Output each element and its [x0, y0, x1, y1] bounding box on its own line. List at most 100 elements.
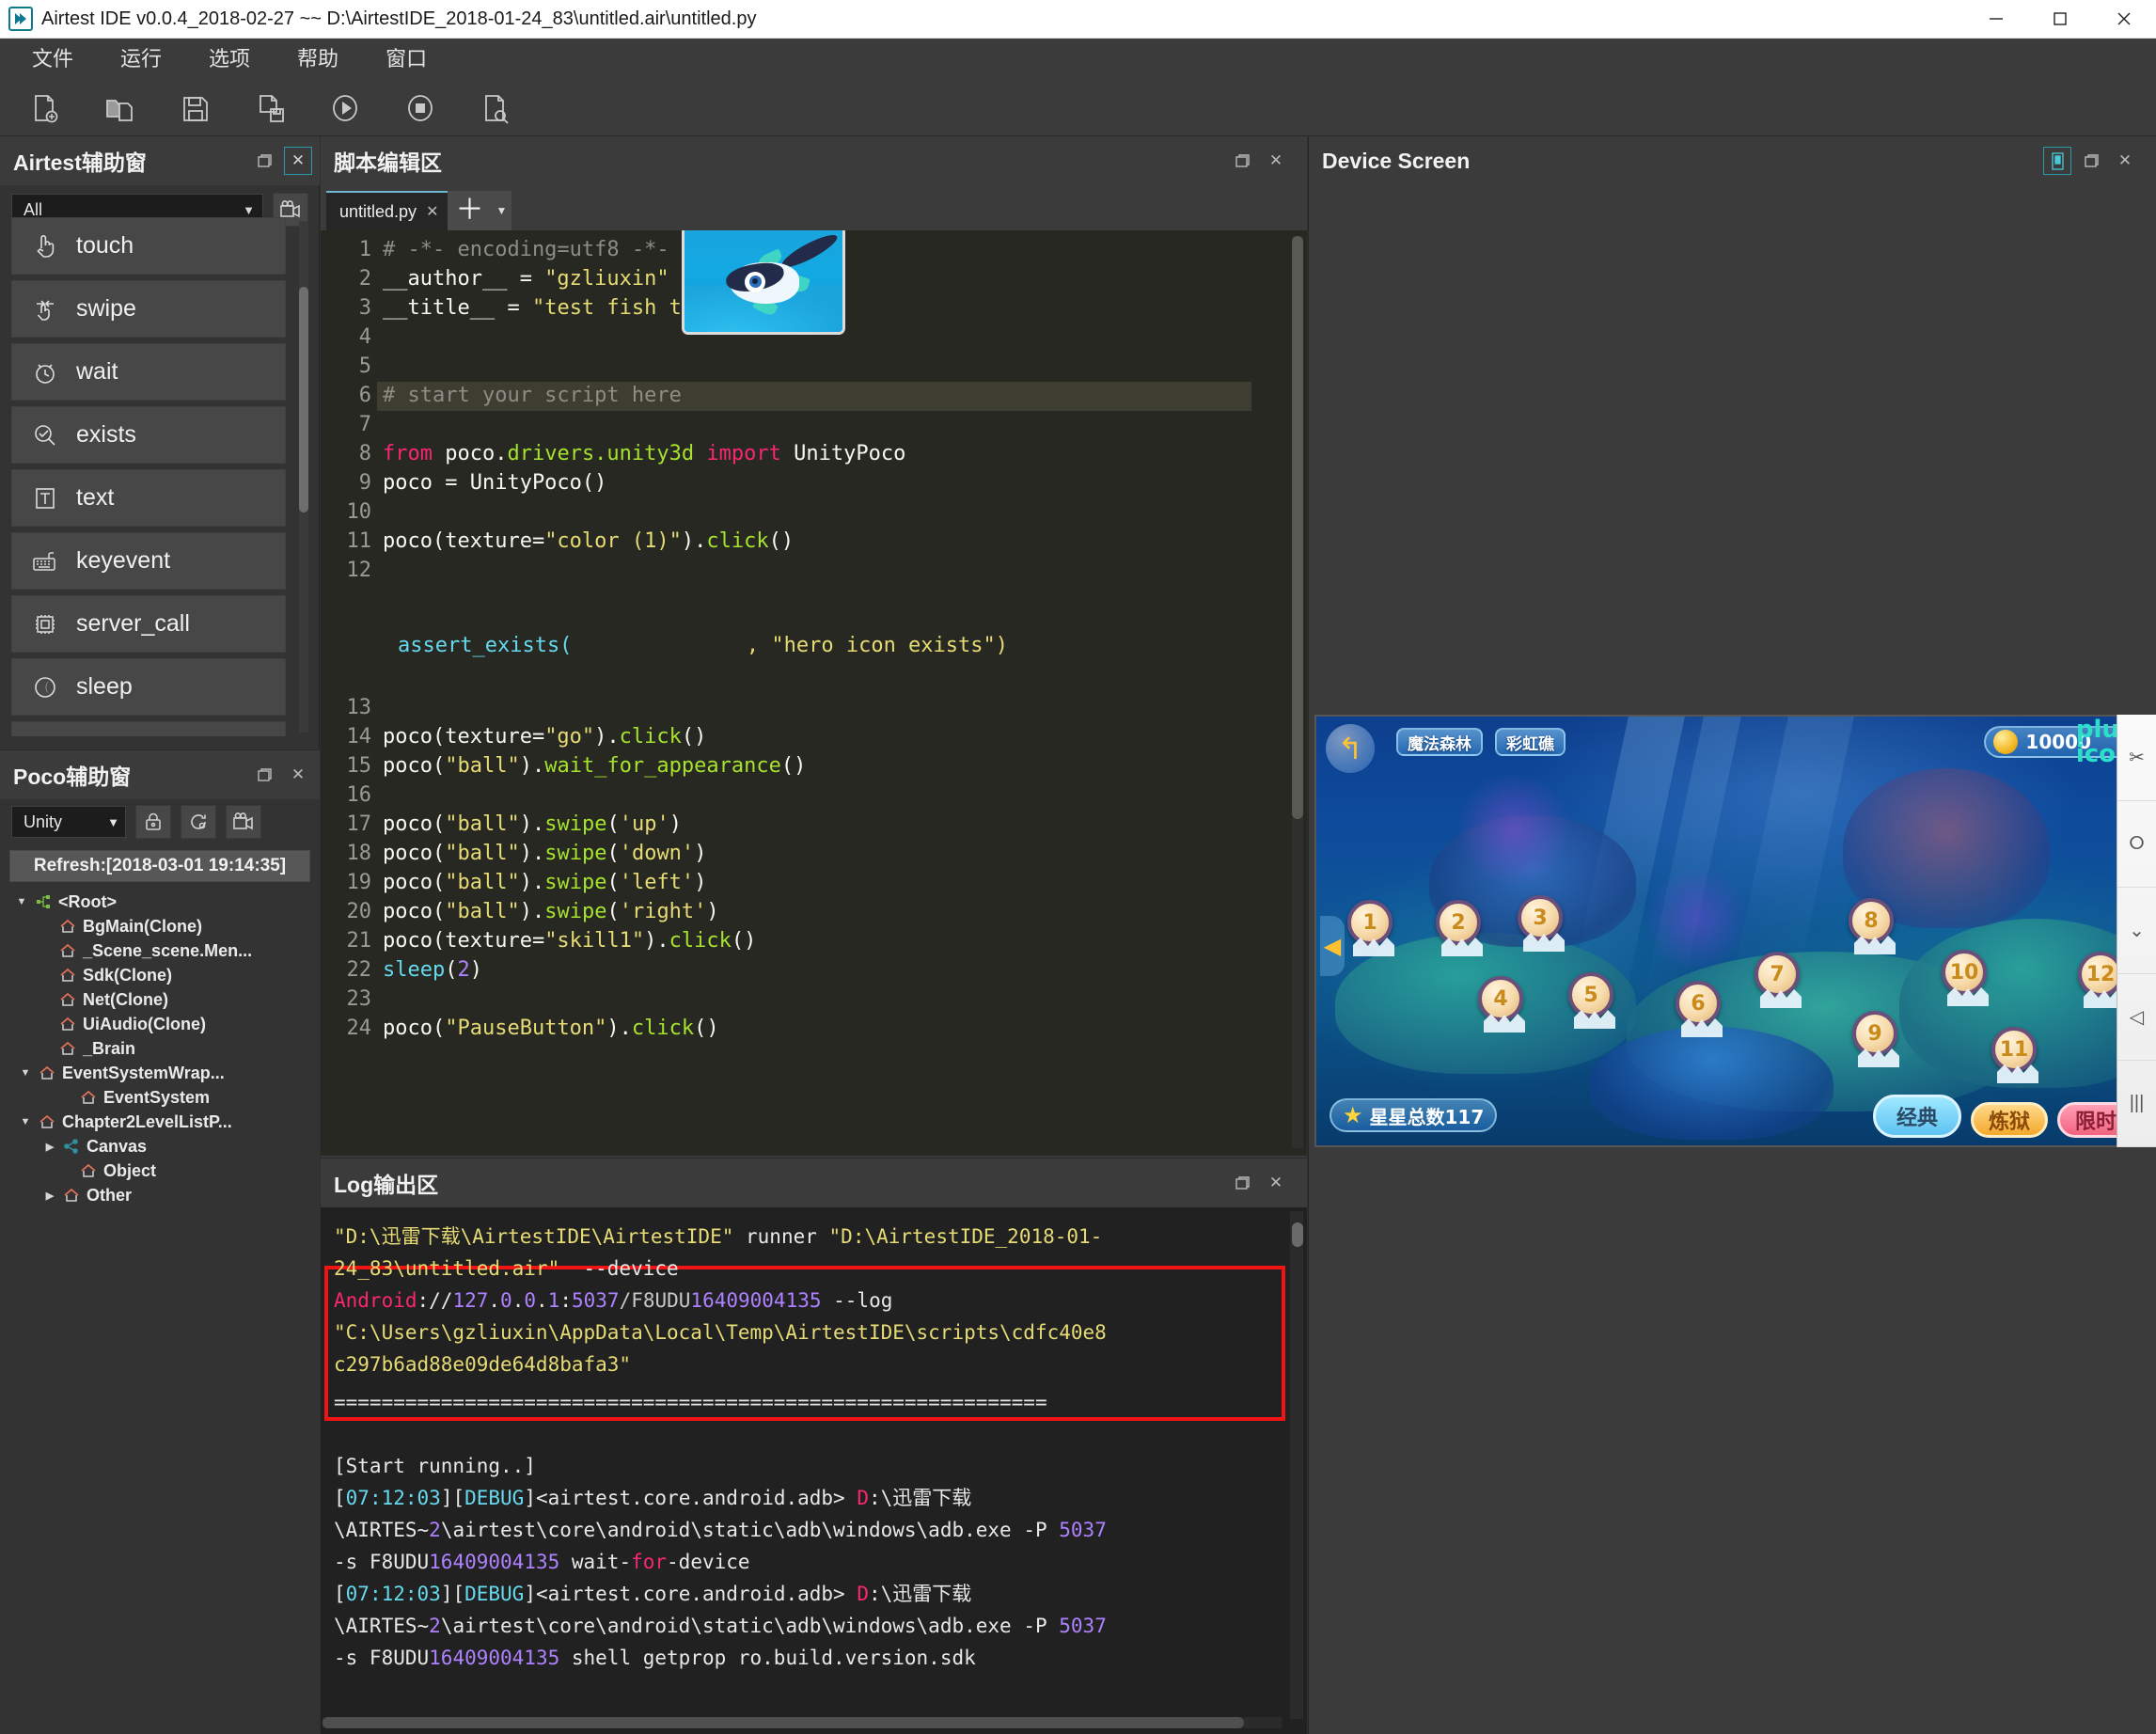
code-line[interactable]: poco(texture="go").click()	[383, 725, 706, 749]
coin-counter[interactable]: 10000 plus-icon	[1984, 717, 2144, 766]
close-icon[interactable]: ✕	[1262, 1169, 1290, 1197]
code-line[interactable]: poco("ball").swipe('right')	[383, 900, 719, 923]
view-report-icon[interactable]	[468, 84, 523, 133]
menu-file[interactable]: 文件	[17, 39, 88, 80]
close-icon[interactable]: ✕	[284, 147, 312, 175]
log-scrollbar-horizontal[interactable]	[323, 1717, 1282, 1728]
new-file-icon[interactable]	[17, 84, 71, 133]
action-item-sleep[interactable]: sleep	[11, 658, 286, 716]
mode-button-hell[interactable]: 炼狱	[1970, 1102, 2048, 1138]
tree-node-canvas[interactable]: ▶ Canvas	[8, 1134, 320, 1159]
restore-icon[interactable]	[2077, 147, 2105, 175]
twisty-icon[interactable]: ▼	[11, 896, 32, 907]
tree-node-net[interactable]: Net(Clone)	[8, 987, 320, 1012]
add-tab-caret-icon[interactable]: ▼	[491, 191, 512, 230]
code-line[interactable]: poco("ball").wait_for_appearance()	[383, 754, 806, 778]
close-icon[interactable]: ✕	[2111, 147, 2139, 175]
code-line[interactable]: poco("ball").swipe('left')	[383, 871, 706, 894]
code-line[interactable]: sleep(2)	[383, 958, 482, 982]
refresh-icon[interactable]	[181, 805, 216, 839]
maximize-button[interactable]	[2028, 0, 2092, 39]
menu-window[interactable]: 窗口	[370, 39, 442, 80]
level-node-1[interactable]: 1	[1347, 900, 1393, 945]
twisty-icon[interactable]: ▶	[39, 1190, 60, 1202]
action-list[interactable]: touch swipe wait exists text keyevent se…	[11, 217, 308, 736]
code-line[interactable]: poco("ball").swipe('up')	[383, 812, 682, 836]
scrollbar-thumb[interactable]	[1292, 236, 1303, 819]
poco-engine-select[interactable]: Unity ▼	[11, 806, 126, 838]
tree-node-object[interactable]: Object	[8, 1159, 320, 1183]
add-tab-button[interactable]: ＋	[448, 191, 492, 230]
restore-icon[interactable]	[250, 761, 278, 789]
level-node-3[interactable]: 3	[1518, 895, 1563, 940]
minimize-button[interactable]	[1964, 0, 2028, 39]
tab-close-icon[interactable]: ✕	[426, 202, 438, 221]
chevron-down-icon[interactable]: ⌄	[2117, 888, 2156, 974]
log-output-text[interactable]: "D:\迅雷下载\AirtestIDE\AirtestIDE" runner "…	[321, 1207, 1307, 1734]
restore-icon[interactable]	[250, 147, 278, 175]
code-line[interactable]: __author__ = "gzliuxin"	[383, 267, 669, 291]
stop-icon[interactable]	[393, 84, 448, 133]
camera-icon[interactable]	[226, 805, 261, 839]
menu-run[interactable]: 运行	[105, 39, 177, 80]
level-node-6[interactable]: 6	[1676, 981, 1721, 1026]
action-item-swipe[interactable]: swipe	[11, 280, 286, 338]
tree-node-uiaudio[interactable]: UiAudio(Clone)	[8, 1012, 320, 1036]
level-node-8[interactable]: 8	[1849, 898, 1894, 943]
device-screen-view[interactable]: ↰ 魔法森林 彩虹礁 10000 plus-icon ◀ 1 2 3 4 5 6…	[1314, 715, 2151, 1147]
back-arrow-icon[interactable]: ↰	[1326, 724, 1375, 773]
action-item-assert-exists[interactable]: assert_exists	[11, 721, 286, 736]
restore-icon[interactable]	[1228, 147, 1256, 175]
twisty-icon[interactable]: ▶	[39, 1141, 60, 1153]
twisty-icon[interactable]: ▼	[15, 1116, 36, 1127]
tree-node-eventsystemwrapper[interactable]: ▼ EventSystemWrap...	[8, 1061, 320, 1085]
close-button[interactable]	[2092, 0, 2156, 39]
tree-node-sdk[interactable]: Sdk(Clone)	[8, 963, 320, 987]
editor-scrollbar[interactable]	[1292, 236, 1303, 1148]
code-line[interactable]: from poco.drivers.unity3d import UnityPo…	[383, 442, 905, 465]
action-item-touch[interactable]: touch	[11, 217, 286, 275]
level-node-11[interactable]: 11	[1991, 1027, 2037, 1072]
tree-node-eventsystem[interactable]: EventSystem	[8, 1085, 320, 1110]
twisty-icon[interactable]: ▼	[15, 1067, 36, 1079]
power-icon[interactable]: ⭘	[2117, 801, 2156, 888]
code-line[interactable]: # -*- encoding=utf8 -*-	[383, 238, 669, 261]
menu-options[interactable]: 选项	[194, 39, 265, 80]
tree-node-other[interactable]: ▶ Other	[8, 1183, 320, 1207]
mode-button-classic[interactable]: 经典	[1872, 1095, 1961, 1138]
close-icon[interactable]: ✕	[284, 761, 312, 789]
action-list-scrollbar[interactable]	[299, 221, 308, 733]
run-icon[interactable]	[318, 84, 372, 133]
menu-bars-icon[interactable]: |||	[2117, 1061, 2156, 1147]
scrollbar-thumb[interactable]	[323, 1717, 1244, 1728]
fish-screenshot-thumbnail[interactable]	[682, 230, 845, 335]
assert-exists-line[interactable]: assert_exists( , "hero icon exists")	[398, 634, 1008, 657]
cut-icon[interactable]: ✂	[2117, 715, 2156, 801]
action-item-keyevent[interactable]: keyevent	[11, 532, 286, 590]
tree-node-chapter2levellist[interactable]: ▼ Chapter2LevelListP...	[8, 1110, 320, 1134]
level-node-5[interactable]: 5	[1568, 972, 1613, 1017]
left-arrow-icon[interactable]: ◀	[1320, 916, 1345, 976]
code-line[interactable]: # start your script here	[383, 384, 682, 407]
menu-help[interactable]: 帮助	[282, 39, 354, 80]
close-icon[interactable]: ✕	[1262, 147, 1290, 175]
poco-hierarchy-tree[interactable]: ▼ <Root> BgMain(Clone) _Scene_scene.Men.…	[0, 884, 320, 1207]
level-node-7[interactable]: 7	[1755, 952, 1800, 997]
log-scrollbar-vertical[interactable]	[1290, 1211, 1303, 1719]
code-editor[interactable]: 1 2 3 4 5 6 7 8 9 10 11 12 13 14 15 16 17 18 19 20 21 22 23 24 …	[321, 230, 1307, 1156]
tree-node-scene[interactable]: _Scene_scene.Men...	[8, 938, 320, 963]
lock-icon[interactable]	[135, 805, 171, 839]
action-item-text[interactable]: text	[11, 469, 286, 527]
action-item-wait[interactable]: wait	[11, 343, 286, 401]
scrollbar-thumb[interactable]	[299, 287, 308, 512]
open-folder-icon[interactable]	[92, 84, 147, 133]
tab-untitled-py[interactable]: untitled.py ✕	[326, 191, 449, 230]
level-node-4[interactable]: 4	[1478, 976, 1523, 1021]
scrollbar-thumb[interactable]	[1292, 1222, 1303, 1247]
tree-node-brain[interactable]: _Brain	[8, 1036, 320, 1061]
save-icon[interactable]	[167, 84, 222, 133]
code-line[interactable]: poco = UnityPoco()	[383, 471, 606, 495]
code-line[interactable]: poco("PauseButton").click()	[383, 1017, 719, 1040]
tree-node-bgmain[interactable]: BgMain(Clone)	[8, 914, 320, 938]
level-node-10[interactable]: 10	[1942, 950, 1987, 995]
